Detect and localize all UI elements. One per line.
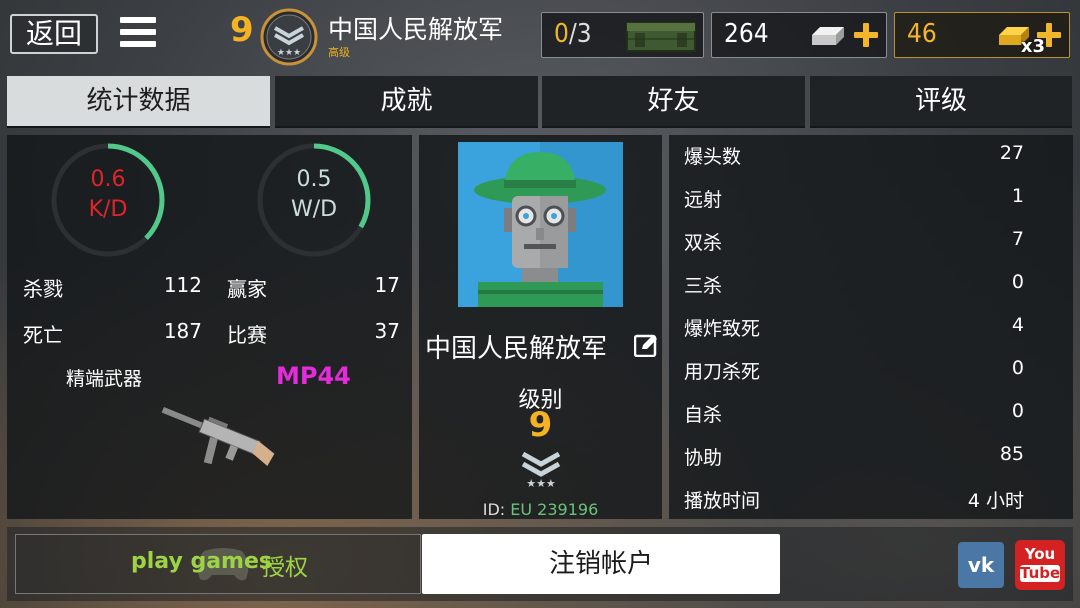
stat-row-label: 三杀 — [684, 275, 723, 297]
wd-ratio: 0.5 W/D — [256, 165, 372, 225]
favorite-weapon-name: MP44 — [276, 362, 351, 390]
kills-value: 112 — [163, 273, 202, 297]
tab-friends[interactable]: 好友 — [542, 76, 805, 128]
stat-row-label: 协助 — [684, 447, 723, 469]
stat-row-label: 自杀 — [684, 404, 723, 426]
stat-row-label: 爆头数 — [684, 146, 742, 168]
stat-row-value: 85 — [999, 443, 1024, 465]
kills-label: 杀戮 — [23, 277, 63, 301]
add-silver-icon[interactable] — [854, 23, 878, 47]
tab-statistics[interactable]: 统计数据 — [7, 76, 270, 128]
sign-out-button[interactable]: 注销帐户 — [422, 534, 780, 594]
stat-row-label: 播放时间 — [684, 490, 761, 512]
wd-value: 0.5 — [296, 167, 332, 192]
stat-row-label: 用刀杀死 — [684, 361, 761, 383]
stat-row-value: 0 — [1011, 357, 1024, 379]
weapon-mp44-icon — [161, 406, 275, 467]
kd-ratio: 0.6 K/D — [50, 165, 166, 225]
crates-separator: / — [568, 19, 577, 49]
player-id: ID: EU 239196 — [419, 500, 662, 519]
stat-row-value: 4 — [1011, 314, 1024, 336]
menu-icon[interactable] — [120, 17, 156, 53]
player-name-header: 中国人民解放军 — [328, 15, 504, 44]
crates-counter[interactable]: 0/3 — [541, 12, 704, 58]
stat-row-label: 远射 — [684, 189, 723, 211]
silver-counter[interactable]: 264 — [711, 12, 887, 58]
youtube-label-top: You — [1024, 545, 1056, 563]
play-games-auth-label: 授权 — [262, 555, 308, 581]
player-id-value: EU 239196 — [510, 500, 599, 519]
deaths-value: 187 — [163, 319, 202, 343]
profile-player-name: 中国人民解放军 — [425, 334, 608, 364]
kd-value: 0.6 — [90, 167, 126, 192]
stat-row-value: 4 小时 — [967, 490, 1024, 512]
kd-label: K/D — [88, 197, 128, 222]
rank-title: 高级 — [328, 46, 350, 59]
svg-text:★★★: ★★★ — [526, 477, 556, 488]
stat-row-value: 27 — [999, 142, 1024, 164]
matches-value: 37 — [374, 319, 400, 343]
edit-name-icon[interactable] — [634, 333, 658, 357]
add-gold-icon[interactable] — [1037, 23, 1061, 47]
youtube-icon[interactable]: You Tube — [1015, 540, 1065, 590]
tab-achievements[interactable]: 成就 — [275, 76, 538, 128]
stat-row-value: 7 — [1011, 228, 1024, 250]
vk-icon[interactable]: vk — [958, 542, 1004, 588]
stat-row-value: 0 — [1011, 400, 1024, 422]
gold-counter[interactable]: 46 x3 — [894, 12, 1070, 58]
stat-row-value: 0 — [1011, 271, 1024, 293]
wins-label: 赢家 — [227, 277, 267, 301]
back-button[interactable]: 返回 — [10, 14, 98, 54]
rank-chevron-icon: ★★★ — [521, 451, 561, 488]
svg-text:★★★: ★★★ — [277, 48, 301, 58]
profile-level-value: 9 — [528, 405, 553, 445]
play-games-text: play games — [131, 549, 272, 574]
player-id-prefix: ID: — [482, 500, 506, 519]
silver-amount: 264 — [724, 19, 769, 49]
favorite-weapon-label: 精端武器 — [66, 368, 143, 390]
crate-icon — [626, 22, 696, 52]
matches-label: 比赛 — [227, 323, 267, 347]
crates-current: 0 — [554, 19, 569, 49]
rank-badge-icon: ★★★ — [260, 8, 318, 66]
robot-avatar-icon — [458, 142, 623, 307]
player-level: 9 — [230, 10, 254, 50]
silver-bar-icon — [812, 27, 844, 45]
stat-row-label: 双杀 — [684, 232, 723, 254]
stat-row-label: 爆炸致死 — [684, 318, 761, 340]
wd-label: W/D — [290, 197, 338, 222]
tab-rating[interactable]: 评级 — [810, 76, 1072, 128]
youtube-label-bottom: Tube — [1020, 564, 1061, 582]
deaths-label: 死亡 — [23, 323, 63, 347]
player-avatar[interactable] — [458, 142, 623, 307]
stat-row-value: 1 — [1011, 185, 1024, 207]
gold-amount: 46 — [907, 19, 937, 49]
wins-value: 17 — [374, 273, 400, 297]
crates-max: 3 — [576, 19, 592, 49]
